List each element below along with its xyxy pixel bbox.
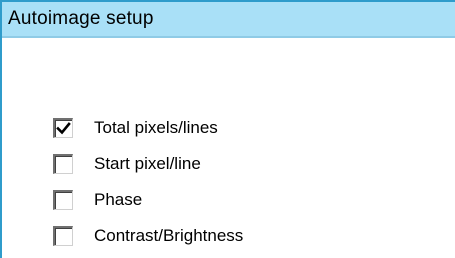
start-pixel-line-label: Start pixel/line	[94, 154, 201, 173]
contrast-brightness-checkbox[interactable]	[53, 226, 73, 246]
window-title: Autoimage setup	[8, 8, 154, 29]
option-total-pixels-lines[interactable]: Total pixels/lines	[53, 110, 243, 146]
total-pixels-lines-checkbox[interactable]	[53, 118, 73, 138]
checkmark-icon	[56, 122, 71, 135]
total-pixels-lines-label: Total pixels/lines	[94, 118, 218, 137]
autoimage-options-list: Total pixels/lines Start pixel/line Phas…	[53, 110, 243, 254]
option-phase[interactable]: Phase	[53, 182, 243, 218]
autoimage-setup-window: Autoimage setup Total pixels/lines Start…	[0, 0, 455, 258]
phase-label: Phase	[94, 190, 143, 209]
phase-checkbox[interactable]	[53, 190, 73, 210]
contrast-brightness-label: Contrast/Brightness	[94, 226, 244, 245]
start-pixel-line-checkbox[interactable]	[53, 154, 73, 174]
option-start-pixel-line[interactable]: Start pixel/line	[53, 146, 243, 182]
option-contrast-brightness[interactable]: Contrast/Brightness	[53, 218, 243, 254]
title-bar: Autoimage setup	[2, 2, 455, 38]
